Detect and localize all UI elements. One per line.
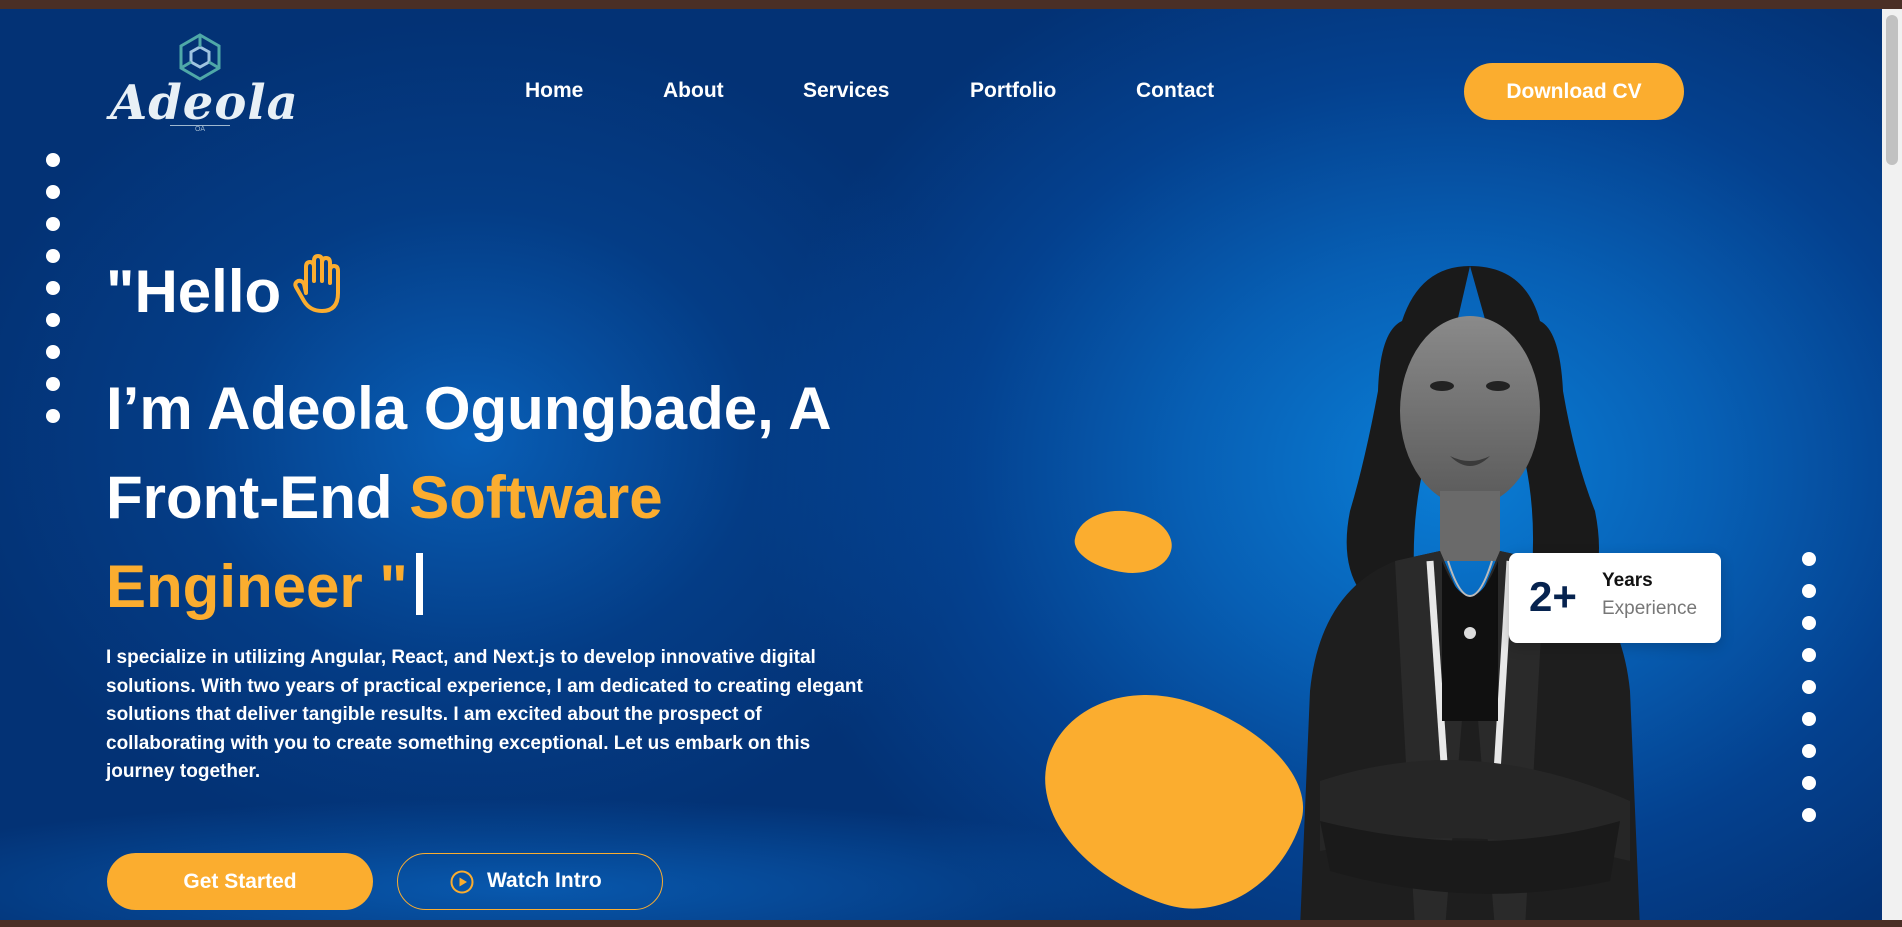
dot [46, 313, 60, 327]
nav-about[interactable]: About [663, 79, 724, 103]
window-bottom-edge [0, 920, 1902, 927]
experience-value: 2+ [1529, 573, 1577, 620]
logo-wordmark: Adeola [110, 75, 299, 131]
dot [1802, 680, 1816, 694]
watch-intro-label: Watch Intro [487, 869, 602, 892]
dot [1802, 584, 1816, 598]
decorative-blob-small [1071, 504, 1176, 579]
dot [1802, 712, 1816, 726]
hand-wave-icon [293, 254, 340, 313]
dot [1802, 648, 1816, 662]
dot [46, 345, 60, 359]
hero-headline: I’m Adeola Ogungbade, A Front-End Softwa… [106, 364, 906, 631]
download-cv-button[interactable]: Download CV [1464, 63, 1684, 120]
experience-title: Years [1602, 570, 1653, 591]
nav-home[interactable]: Home [525, 79, 583, 103]
dot [1802, 616, 1816, 630]
play-circle-icon [450, 870, 474, 894]
dot [46, 153, 60, 167]
nav-services[interactable]: Services [803, 79, 889, 103]
decorative-dots-left [46, 153, 60, 441]
dot [1802, 552, 1816, 566]
dot [1802, 776, 1816, 790]
experience-label: Experience [1602, 598, 1698, 619]
hero-description: I specialize in utilizing Angular, React… [106, 647, 863, 783]
nav-contact[interactable]: Contact [1136, 79, 1214, 103]
typing-cursor [415, 553, 423, 615]
get-started-button[interactable]: Get Started [107, 853, 373, 910]
dot [46, 409, 60, 423]
greeting-heading: "Hello [106, 258, 282, 325]
dot [1802, 744, 1816, 758]
nav-portfolio[interactable]: Portfolio [970, 79, 1056, 103]
dot [46, 377, 60, 391]
hero-section: Adeola OA Home About Services Portfolio … [0, 9, 1882, 920]
dot [1802, 808, 1816, 822]
experience-card: 2+ Years Experience [1509, 553, 1721, 643]
dot [46, 217, 60, 231]
dot [46, 281, 60, 295]
scrollbar-thumb[interactable] [1886, 15, 1898, 165]
decorative-dots-right [1802, 552, 1816, 840]
vertical-scrollbar[interactable] [1882, 9, 1902, 920]
watch-intro-button[interactable]: Watch Intro [397, 853, 663, 910]
logo-subtext: OA [170, 125, 230, 133]
logo[interactable]: Adeola OA [110, 27, 299, 139]
dot [46, 249, 60, 263]
dot [46, 185, 60, 199]
